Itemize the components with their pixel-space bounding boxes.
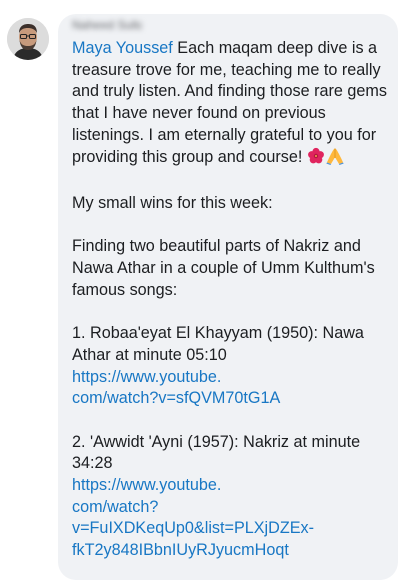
comment-body: Maya Youssef Each maqam deep dive is a t… (72, 38, 390, 562)
author-name[interactable]: Naheed Sultan (72, 17, 142, 33)
youtube-link-2-line-1[interactable]: https://www.youtube. (72, 476, 221, 494)
commenter-avatar[interactable] (7, 18, 49, 60)
comment-bubble: Naheed Sultan Maya Youssef Each maqam de… (58, 14, 398, 580)
win-item-1-link[interactable]: https://www.youtube. com/watch?v=sfQVM70… (72, 367, 390, 410)
folded-hands-emoji-icon (325, 147, 345, 172)
wins-heading: My small wins for this week: (72, 193, 273, 212)
youtube-link-1-line-1[interactable]: https://www.youtube. (72, 368, 221, 386)
mention-link[interactable]: Maya Youssef (72, 39, 173, 57)
win-item-2: 2. 'Awwidt 'Ayni (1957): Nakriz at minut… (72, 432, 361, 473)
youtube-link-2-line-2[interactable]: com/watch?v=FuIXDKeqUp0&list=PLXjDZEx-fk… (72, 498, 314, 559)
intro-paragraph: Maya Youssef Each maqam deep dive is a t… (72, 38, 390, 171)
hibiscus-emoji-icon (307, 147, 325, 172)
profile-photo (7, 18, 49, 60)
youtube-link-1-line-2[interactable]: com/watch?v=sfQVM70tG1A (72, 389, 280, 407)
finding-paragraph: Finding two beautiful parts of Nakriz an… (72, 237, 375, 299)
win-item-2-link[interactable]: https://www.youtube. com/watch?v=FuIXDKe… (72, 475, 390, 562)
win-item-1: 1. Robaa'eyat El Khayyam (1950): Nawa At… (72, 324, 364, 364)
